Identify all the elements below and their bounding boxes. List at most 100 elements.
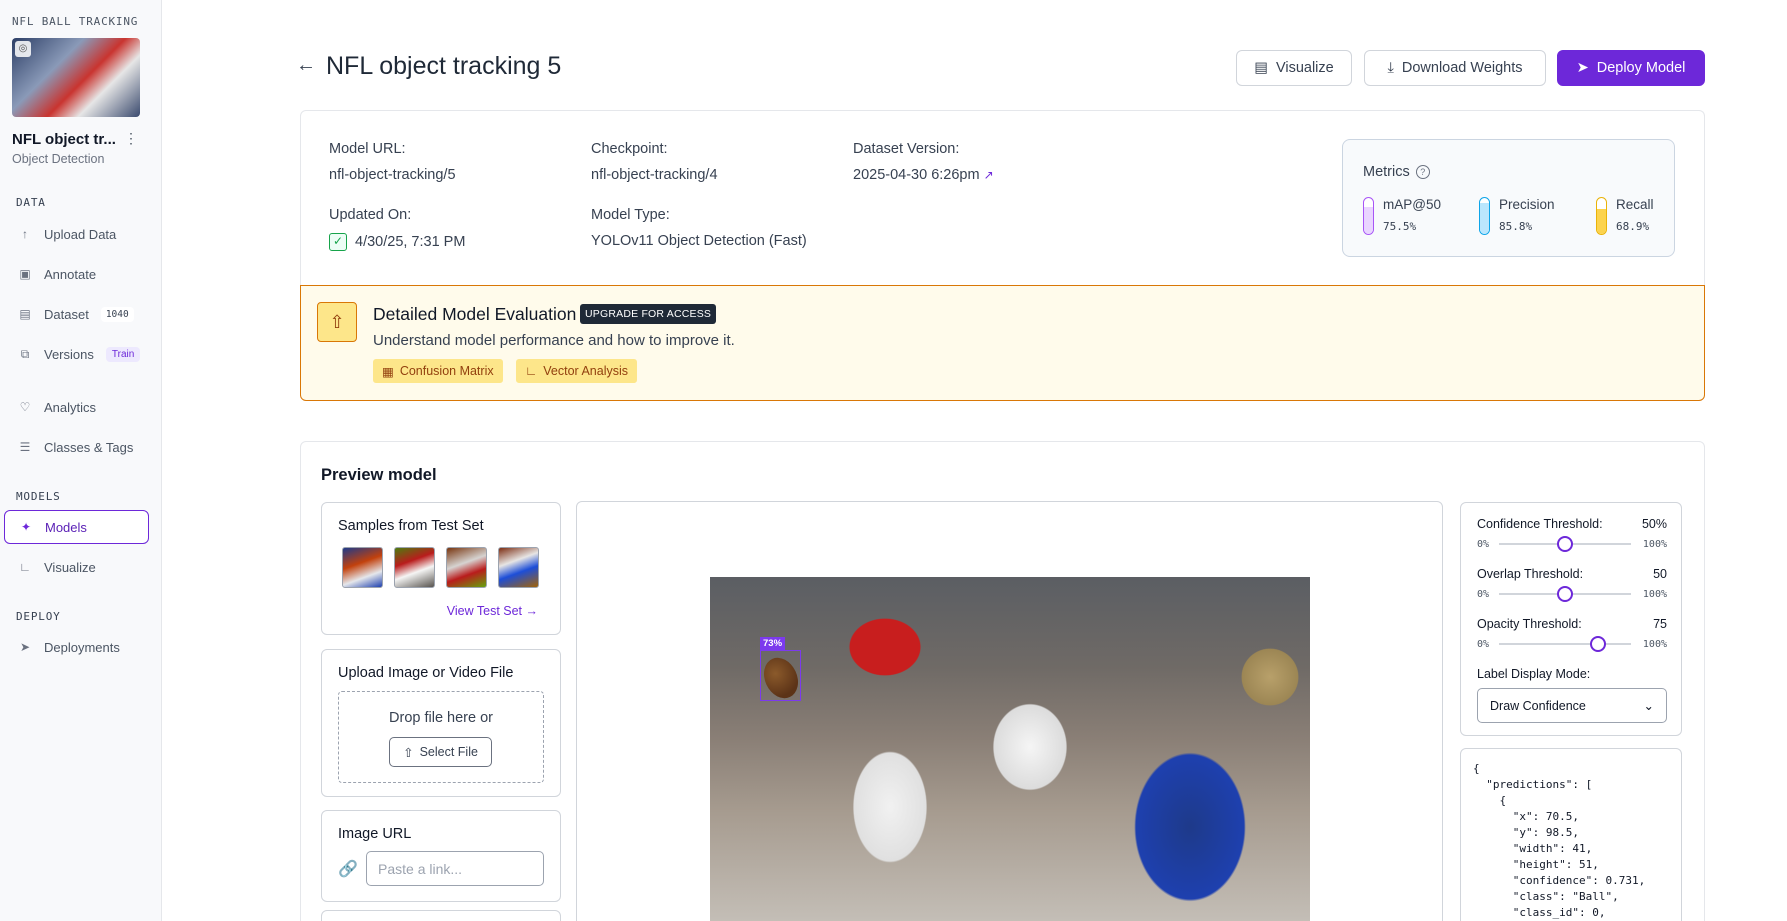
upload-title: Upload Image or Video File [338, 665, 514, 681]
samples-panel: Samples from Test Set View Test Set → [321, 502, 561, 635]
metric-value: 75.5% [1383, 220, 1417, 233]
metric-pill [1479, 197, 1490, 235]
sidebar-item-dataset[interactable]: ▤ Dataset 1040 [4, 297, 149, 331]
sample-thumbnail[interactable] [498, 547, 539, 588]
slider-knob[interactable] [1557, 586, 1573, 602]
sample-thumbnail[interactable] [394, 547, 435, 588]
label-mode-label: Label Display Mode: [1477, 667, 1591, 681]
globe-icon: ◎ [15, 41, 31, 57]
deploy-model-button[interactable]: ➤ Deploy Model [1557, 50, 1705, 86]
updated-value-row: ✓ 4/30/25, 7:31 PM [329, 233, 465, 251]
model-type-label: Model Type: [591, 207, 670, 223]
sidebar-item-models[interactable]: ✦ Models [4, 510, 149, 544]
model-type-value: YOLOv11 Object Detection (Fast) [591, 233, 807, 249]
deploy-button-label: Deploy Model [1596, 60, 1686, 76]
download-icon: ⤓ [1387, 60, 1394, 76]
section-deploy: DEPLOY [16, 610, 61, 623]
opacity-label: Opacity Threshold: [1477, 617, 1582, 631]
preview-canvas: 73% [576, 501, 1443, 921]
link-icon: 🔗 [338, 861, 358, 878]
json-output-panel: { "predictions": [ { "x": 70.5, "y": 98.… [1460, 748, 1682, 921]
train-badge[interactable]: Train [105, 346, 141, 362]
preview-title: Preview model [321, 466, 437, 484]
visualize-button-label: Visualize [1275, 60, 1334, 76]
external-link-icon: ↗ [983, 168, 994, 182]
checkpoint-value: nfl-object-tracking/4 [591, 167, 718, 183]
dataset-count-badge: 1040 [100, 306, 134, 322]
file-dropzone[interactable]: Drop file here or ⇧ Select File [338, 691, 544, 783]
metric-name: Recall [1616, 197, 1654, 212]
slider-max: 100% [1642, 589, 1667, 600]
chart-icon: ∟ [525, 364, 538, 378]
image-url-input[interactable] [366, 851, 544, 886]
metric-pill [1363, 197, 1374, 235]
project-name[interactable]: NFL object tr... [12, 131, 116, 148]
slider-max: 100% [1642, 539, 1667, 550]
download-button-label: Download Weights [1401, 60, 1523, 76]
section-data: DATA [16, 196, 46, 209]
sidebar-item-label: Deployments [44, 639, 120, 655]
chip-label: Confusion Matrix [399, 364, 494, 378]
dataset-icon: ▤ [19, 307, 31, 321]
dataset-version-value: 2025-04-30 6:26pm [853, 167, 980, 183]
kebab-menu-icon[interactable]: ⋮ [124, 130, 138, 147]
rocket-icon: ➤ [19, 640, 31, 654]
detection-box[interactable]: 73% [760, 637, 801, 701]
slider-min: 0% [1477, 639, 1490, 650]
overlap-slider[interactable] [1499, 586, 1631, 602]
preview-image: 73% [710, 577, 1310, 921]
drop-text: Drop file here or [389, 710, 493, 726]
sidebar-item-versions[interactable]: ⧉ Versions Train [4, 337, 149, 371]
versions-icon: ⧉ [20, 346, 30, 361]
download-weights-button[interactable]: ⤓ Download Weights [1364, 50, 1546, 86]
sample-thumbnail[interactable] [446, 547, 487, 588]
confidence-slider[interactable] [1499, 536, 1631, 552]
inference-settings-panel: Confidence Threshold: 50% 0% 100% Overla… [1460, 502, 1682, 736]
sample-thumbnail[interactable] [342, 547, 383, 588]
opacity-value: 75 [1653, 617, 1667, 631]
help-icon[interactable]: ? [1415, 165, 1430, 179]
dataset-version-label: Dataset Version: [853, 141, 960, 157]
more-panel [321, 910, 561, 921]
opacity-slider[interactable] [1499, 636, 1631, 652]
updated-label: Updated On: [329, 207, 412, 223]
sidebar-item-analytics[interactable]: ♡ Analytics [4, 390, 149, 424]
sidebar-item-deployments[interactable]: ➤ Deployments [4, 630, 149, 664]
sidebar-item-label: Dataset [44, 306, 89, 322]
sidebar: NFL BALL TRACKING ◎ NFL object tr... ⋮ O… [0, 0, 162, 921]
confusion-matrix-chip[interactable]: ▦ Confusion Matrix [373, 359, 503, 383]
sidebar-item-upload-data[interactable]: ↑ Upload Data [4, 217, 149, 251]
upgrade-badge[interactable]: UPGRADE FOR ACCESS [580, 304, 717, 324]
visualize-button[interactable]: ▤ Visualize [1236, 50, 1352, 86]
view-test-set-link[interactable]: View Test Set → [447, 604, 538, 618]
dataset-version-link[interactable]: 2025-04-30 6:26pm ↗ [853, 167, 994, 183]
sidebar-item-visualize[interactable]: ∟ Visualize [4, 550, 149, 584]
upgrade-description: Understand model performance and how to … [373, 332, 735, 349]
sidebar-item-label: Upload Data [44, 226, 117, 242]
model-url-label: Model URL: [329, 141, 406, 157]
metrics-title: Metrics? [1363, 164, 1430, 180]
upload-panel: Upload Image or Video File Drop file her… [321, 649, 561, 797]
sidebar-item-label: Annotate [44, 266, 97, 282]
sidebar-item-label: Classes & Tags [44, 439, 134, 455]
section-models: MODELS [16, 490, 61, 503]
slider-knob[interactable] [1590, 636, 1606, 652]
chip-label: Vector Analysis [543, 364, 629, 378]
slider-max: 100% [1642, 639, 1667, 650]
sidebar-item-annotate[interactable]: ▣ Annotate [4, 257, 149, 291]
upgrade-banner: ⇧ Detailed Model Evaluation UPGRADE FOR … [300, 285, 1705, 401]
checkpoint-label: Checkpoint: [591, 141, 668, 157]
table-icon: ▦ [382, 364, 394, 379]
chevron-down-icon: ⌄ [1643, 699, 1654, 713]
project-thumbnail[interactable]: ◎ [12, 38, 140, 117]
sidebar-item-label: Visualize [44, 559, 96, 575]
select-file-button[interactable]: ⇧ Select File [389, 737, 492, 767]
slider-knob[interactable] [1557, 536, 1573, 552]
back-arrow-icon[interactable]: ← [296, 54, 316, 77]
vector-analysis-chip[interactable]: ∟ Vector Analysis [516, 359, 638, 383]
metrics-panel: Metrics? mAP@50 75.5% Precision 85.8% Re… [1342, 139, 1675, 257]
label-mode-select[interactable]: Draw Confidence ⌄ [1477, 688, 1667, 723]
image-url-panel: Image URL 🔗 [321, 810, 561, 902]
metrics-title-text: Metrics [1363, 164, 1410, 180]
sidebar-item-classes-tags[interactable]: ☰ Classes & Tags [4, 430, 149, 464]
